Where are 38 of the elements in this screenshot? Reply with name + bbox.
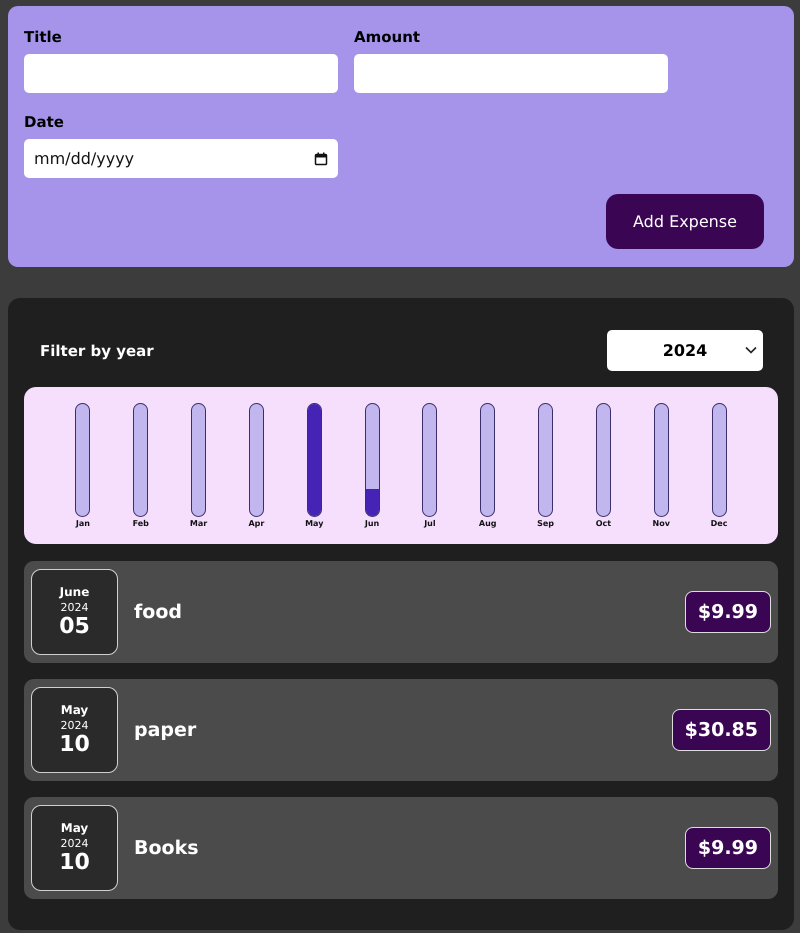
calendar-icon [314, 152, 328, 166]
month-label: Mar [190, 519, 208, 528]
text-field[interactable] [354, 54, 668, 93]
date-day: 05 [59, 614, 90, 639]
date-year: 2024 [60, 719, 88, 732]
text-field[interactable] [24, 54, 338, 93]
expense-amount: $9.99 [684, 827, 771, 869]
chevron-icon [745, 346, 757, 354]
month-label: Dec [710, 519, 728, 528]
field-label: Amount [354, 28, 422, 46]
month-label: Jan [76, 519, 90, 528]
add-expense-button[interactable]: Add Expense [606, 194, 764, 249]
date-month: May [60, 821, 88, 835]
month-label: Nov [652, 519, 670, 528]
expense-title: Books [134, 837, 200, 859]
date-day: 10 [59, 850, 90, 875]
month-label: Jun [364, 519, 380, 528]
date-month: May [60, 703, 88, 717]
month-label: Apr [248, 519, 264, 528]
field-label: Title [24, 28, 63, 46]
filter-label: Filter by year [40, 342, 154, 360]
month-label: Aug [478, 519, 497, 528]
date-year: 2024 [60, 601, 88, 614]
expense-amount: $30.85 [672, 709, 771, 751]
month-label: Feb [132, 519, 149, 528]
field-label: Date [24, 113, 65, 131]
year-dropdown[interactable]: 2024 [607, 330, 763, 371]
date-month: June [60, 585, 90, 599]
expense-title: paper [134, 719, 198, 741]
month-label: May [305, 519, 324, 528]
expense-title: food [134, 601, 183, 623]
date-day: 10 [59, 732, 90, 757]
month-label: Oct [596, 519, 612, 528]
month-label: Jul [424, 519, 436, 528]
month-label: Sep [537, 519, 554, 528]
date-field[interactable]: mm/dd/yyyy [24, 139, 338, 178]
date-year: 2024 [60, 837, 88, 850]
expense-amount: $9.99 [684, 591, 771, 633]
